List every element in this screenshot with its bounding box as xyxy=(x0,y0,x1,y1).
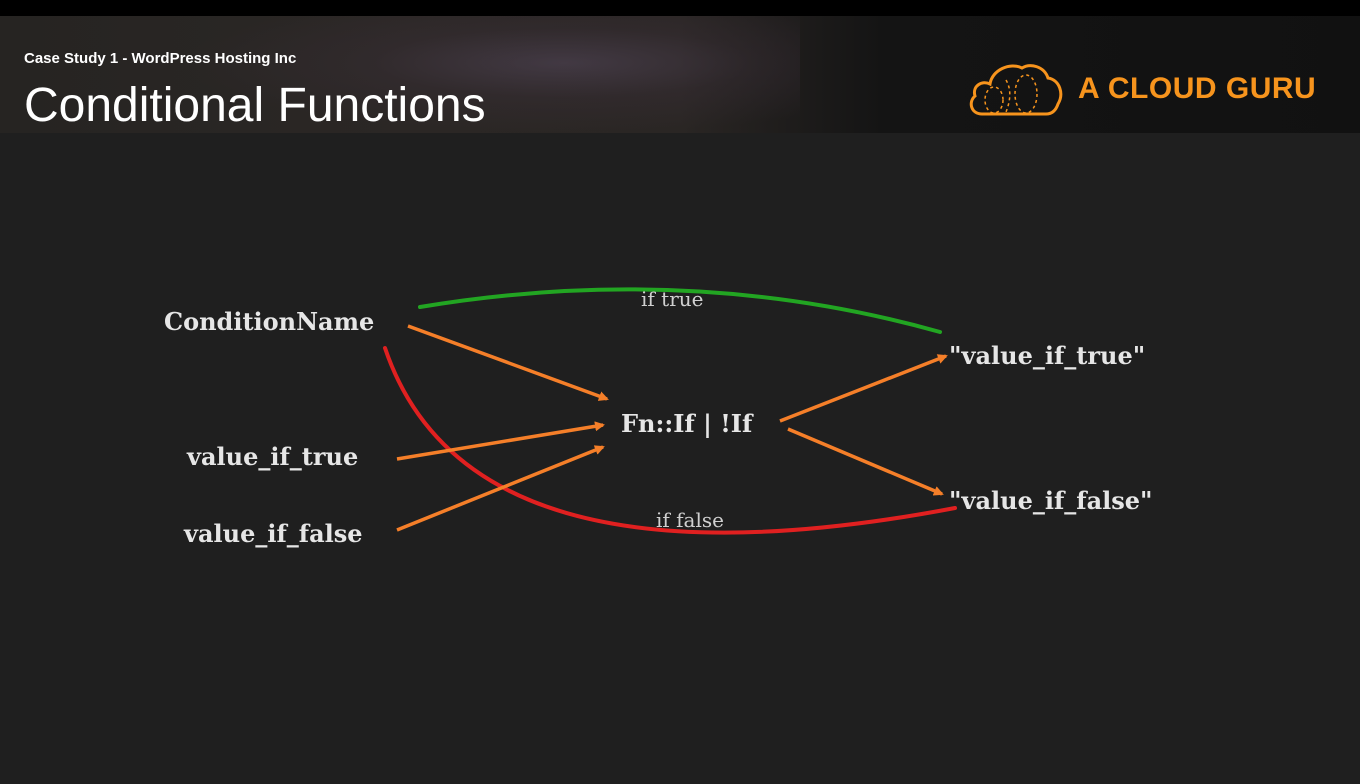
conditional-function-diagram: if true if false ConditionName value_if_… xyxy=(164,287,1153,548)
arrow-function-to-true-output xyxy=(779,354,948,423)
if-false-path xyxy=(383,346,957,535)
if-false-label: if false xyxy=(656,508,724,532)
value-if-false-output-node: "value_if_false" xyxy=(949,486,1153,515)
arrow-true-input-to-function xyxy=(396,421,605,461)
value-if-false-input-node: value_if_false xyxy=(183,519,363,548)
arrow-function-to-false-output xyxy=(787,427,944,496)
if-true-label: if true xyxy=(641,287,703,311)
fn-if-function-node: Fn::If | !If xyxy=(621,409,754,438)
arrow-condition-to-function xyxy=(407,324,609,401)
condition-name-node: ConditionName xyxy=(164,307,374,336)
value-if-true-output-node: "value_if_true" xyxy=(949,341,1145,370)
arrow-false-input-to-function xyxy=(396,445,605,532)
value-if-true-input-node: value_if_true xyxy=(186,442,358,471)
